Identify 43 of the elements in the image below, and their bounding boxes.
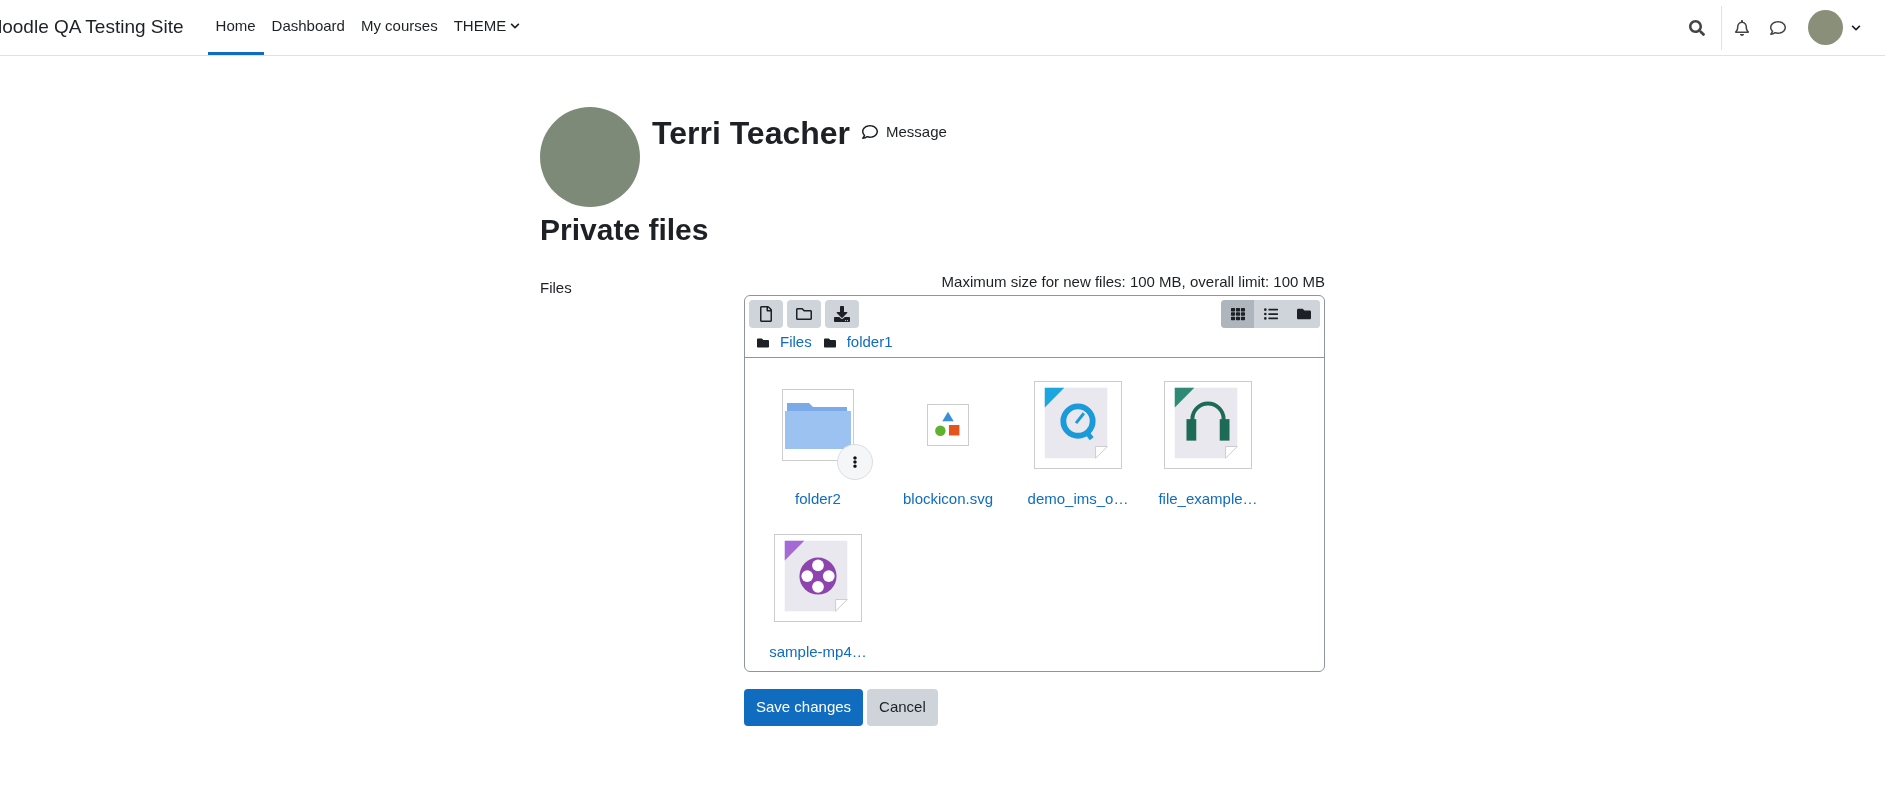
create-folder-button[interactable]: [787, 300, 821, 328]
folder-icon: [757, 336, 769, 349]
messages-icon[interactable]: [1770, 19, 1786, 36]
breadcrumb-link[interactable]: folder1: [846, 331, 893, 354]
user-name: Terri Teacher: [652, 117, 850, 149]
audio-file-icon: [1164, 381, 1252, 469]
video-file-icon: [774, 533, 862, 622]
file-limit-note: Maximum size for new files: 100 MB, overall limit: 100 MB: [940, 271, 1325, 292]
nav-link[interactable]: Home: [207, 0, 264, 55]
download-icon: [834, 306, 850, 322]
view-mode-button[interactable]: [1221, 300, 1254, 328]
nav-link[interactable]: THEME: [445, 0, 529, 55]
file-name-link[interactable]: blockicon.svg: [902, 488, 993, 511]
file-name-link[interactable]: file_example…: [1158, 488, 1258, 511]
breadcrumb-link[interactable]: Files: [780, 331, 812, 354]
grid-view-icon: [1230, 307, 1245, 321]
message-link[interactable]: Message: [862, 121, 947, 144]
page-title: Private files: [540, 212, 710, 248]
site-name[interactable]: loodle QA Testing Site: [0, 13, 184, 42]
shapes-icon: [927, 404, 969, 446]
caret-icon[interactable]: [1851, 22, 1861, 33]
save-button[interactable]: Save changes: [744, 689, 864, 726]
list-view-icon: [1263, 307, 1278, 321]
cancel-button[interactable]: Cancel: [867, 689, 938, 726]
user-avatar[interactable]: [1808, 10, 1843, 45]
download-button[interactable]: [825, 300, 859, 328]
folder-icon: [796, 306, 812, 322]
field-label: Files: [540, 277, 573, 298]
search-icon[interactable]: [1689, 19, 1705, 36]
notification-bell-icon[interactable]: [1734, 19, 1750, 36]
file-name-link[interactable]: demo_ims_o…: [1027, 488, 1129, 511]
nav-link[interactable]: My courses: [352, 0, 446, 55]
caret-icon: [510, 21, 521, 31]
nav-link[interactable]: Dashboard: [263, 0, 353, 55]
folder-icon: [823, 336, 836, 349]
speech-bubble-icon: [862, 124, 878, 141]
folder-view-icon: [1296, 307, 1311, 321]
add-file-button[interactable]: [749, 300, 783, 328]
video-file-icon: [1034, 381, 1122, 469]
more-options-button[interactable]: [837, 444, 873, 480]
file-name-link[interactable]: folder2: [795, 488, 841, 511]
file-name-link[interactable]: sample-mp4…: [769, 640, 867, 663]
file-icon: [758, 306, 774, 322]
